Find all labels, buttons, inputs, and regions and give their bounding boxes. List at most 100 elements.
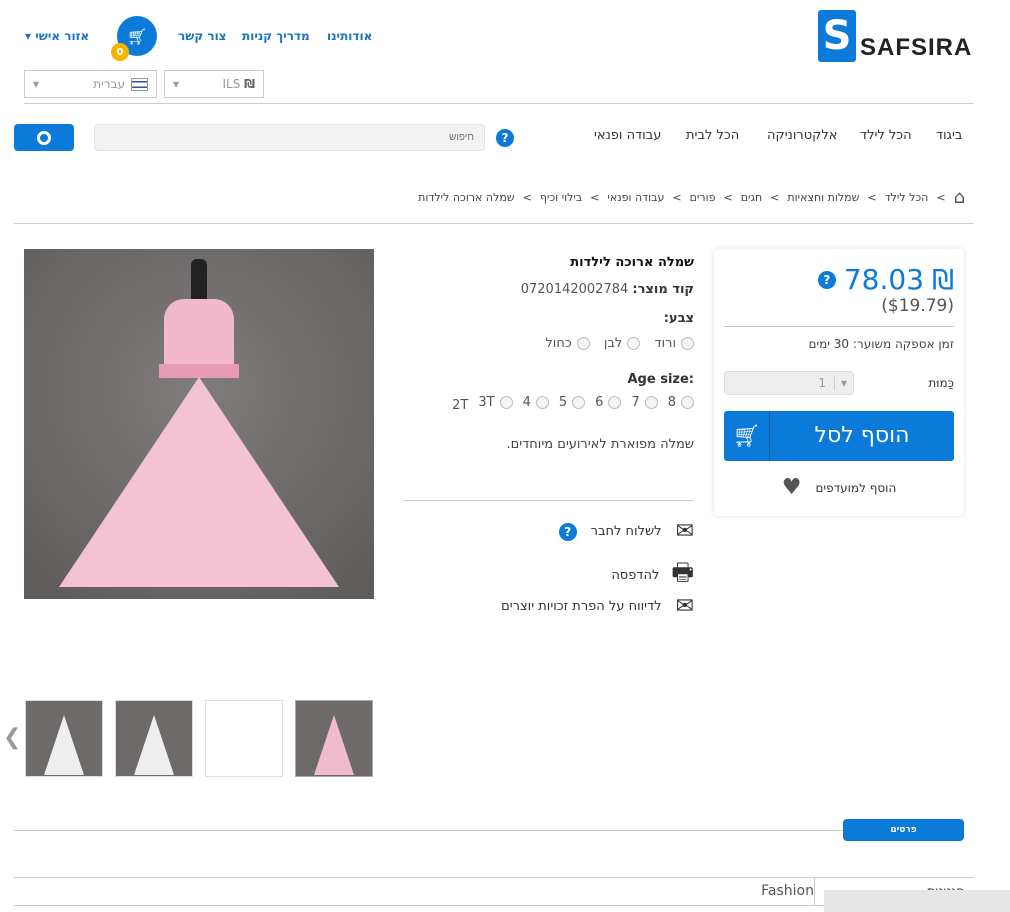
help-icon[interactable]: ? (496, 129, 514, 147)
breadcrumb-item[interactable]: חגים (741, 191, 762, 204)
option-label: 4 (522, 395, 531, 410)
thumbnail-empty[interactable] (205, 700, 283, 777)
thumbnail-white-dress[interactable] (115, 700, 193, 777)
size-option[interactable]: 8 (668, 395, 694, 410)
radio[interactable] (535, 396, 549, 409)
account-menu[interactable]: אזור אישי ▾ (25, 29, 89, 43)
product-main-image[interactable] (24, 249, 374, 599)
divider (404, 500, 694, 501)
radio[interactable] (576, 337, 590, 350)
home-icon[interactable]: ⌂ (954, 187, 965, 208)
price: ₪ 78.03? (724, 263, 954, 296)
spec-value: Fashion (761, 883, 814, 899)
product-code-label: קוד מוצר: (632, 282, 694, 297)
divider (724, 326, 954, 327)
cart-count-badge: 0 (111, 43, 129, 61)
dress-shape (159, 364, 239, 378)
envelope-icon: ✉ (675, 594, 694, 619)
radio[interactable] (681, 396, 694, 409)
envelope-icon: ✉ (675, 519, 694, 544)
color-option-blue[interactable]: כחול (545, 336, 590, 351)
size-option[interactable]: 4 (523, 395, 549, 410)
add-to-cart-button[interactable]: 🛒︎ הוסף לסל (724, 411, 954, 461)
action-report-copyright[interactable]: ✉ לדיווח על הפרת זכויות יוצרים (501, 594, 694, 619)
currency-select[interactable]: ▾ ILS ₪ (164, 70, 264, 98)
language-select[interactable]: ▾ עברית (24, 70, 157, 98)
size-option[interactable]: 3T (478, 395, 513, 410)
divider (814, 878, 815, 906)
thumbnails-prev-arrow[interactable]: ❮ (3, 725, 21, 750)
link-about[interactable]: אודותינו (327, 29, 372, 43)
product-title: שמלה ארוכה לילדות (570, 255, 694, 270)
radio[interactable] (644, 396, 658, 409)
nav-item-home[interactable]: הכל לבית (686, 128, 739, 143)
help-icon[interactable]: ? (558, 522, 577, 541)
printer-icon: 🖶 (671, 558, 694, 586)
dress-shape (164, 299, 234, 369)
add-to-cart-label: הוסף לסל (814, 423, 910, 448)
dress-shape (59, 377, 339, 587)
option-label: 3T (478, 395, 495, 410)
overlay-bar (824, 890, 1010, 912)
size-option[interactable]: 2T (452, 398, 468, 413)
size-option[interactable]: 6 (595, 395, 622, 410)
radio[interactable] (627, 337, 641, 350)
thumbnail-pink-dress[interactable] (295, 700, 373, 777)
dress-shape (314, 715, 354, 775)
breadcrumb: ⌂ > הכל לילד > שמלות וחצאיות > חגים > פורים >… (418, 187, 965, 208)
color-option-pink[interactable]: ורוד (654, 336, 694, 351)
action-label: לשלוח לחבר (590, 524, 662, 539)
dress-shape (134, 715, 174, 775)
size-label: Age size: (627, 372, 695, 387)
cart-icon: 🛒︎ (126, 26, 148, 46)
quantity-label: כַּמוּת (928, 376, 954, 390)
option-label: כחול (545, 336, 572, 351)
israel-flag-icon (131, 77, 148, 91)
thumbnail-white-dress[interactable] (25, 700, 103, 777)
product-info: שמלה ארוכה לילדות קוד מוצר: 072014200278… (404, 255, 694, 452)
breadcrumb-item[interactable]: עבודה ופנאי (607, 191, 664, 204)
divider (14, 830, 844, 831)
breadcrumb-item[interactable]: הכל לילד (885, 191, 929, 204)
breadcrumb-item[interactable]: פורים (690, 191, 716, 204)
breadcrumb-item[interactable]: בילוי וכיף (540, 191, 582, 204)
tab-details[interactable]: פרטים (843, 819, 964, 841)
link-shopping-guide[interactable]: מדריך קניות (242, 29, 310, 43)
radio[interactable] (499, 396, 513, 409)
buy-box: ₪ 78.03? ($19.79) זמן אספקה משוער: 30 ימי… (714, 249, 964, 516)
dress-shape (44, 715, 84, 775)
action-send-friend[interactable]: ✉ לשלוח לחבר? (558, 519, 694, 544)
quantity-select[interactable]: 1 ▾ (724, 371, 854, 395)
search-input[interactable] (94, 124, 485, 151)
nav-item-leisure[interactable]: עבודה ופנאי (594, 128, 661, 143)
chevron-down-icon: ▾ (833, 376, 853, 390)
option-label: לבן (603, 336, 623, 351)
logo[interactable]: S SAFSIRA (818, 10, 972, 62)
logo-text: SAFSIRA (860, 34, 973, 61)
size-option[interactable]: 5 (558, 395, 586, 410)
logo-bag-icon: S (818, 10, 856, 62)
breadcrumb-item[interactable]: שמלות וחצאיות (787, 191, 859, 204)
action-label: לדיווח על הפרת זכויות יוצרים (501, 599, 662, 614)
add-to-wishlist[interactable]: הוסף למועדפים ♥ (724, 475, 954, 500)
size-options: 8 7 6 5 4 3T 2T (404, 395, 694, 413)
radio[interactable] (681, 337, 694, 350)
link-contact[interactable]: צור קשר (178, 29, 227, 43)
nav-item-kids[interactable]: הכל לילד (860, 128, 912, 143)
option-label: 6 (595, 395, 604, 410)
size-option[interactable]: 7 (631, 395, 658, 410)
radio[interactable] (608, 396, 622, 409)
usd-price: ($19.79) (881, 296, 954, 316)
nav-item-clothing[interactable]: ביגוד (936, 128, 962, 143)
search-button[interactable] (14, 124, 74, 151)
radio[interactable] (572, 396, 586, 409)
option-label: 5 (558, 395, 568, 410)
nav-item-electronics[interactable]: אלקטרוניקה (767, 128, 837, 143)
help-icon[interactable]: ? (817, 270, 836, 289)
action-label: להדפסה (611, 568, 660, 583)
color-options: ורוד לבן כחול (404, 336, 694, 354)
action-print[interactable]: 🖶 להדפסה (611, 555, 694, 596)
dress-shape (191, 259, 207, 299)
color-option-white[interactable]: לבן (603, 336, 641, 351)
option-label: 2T (452, 398, 469, 413)
